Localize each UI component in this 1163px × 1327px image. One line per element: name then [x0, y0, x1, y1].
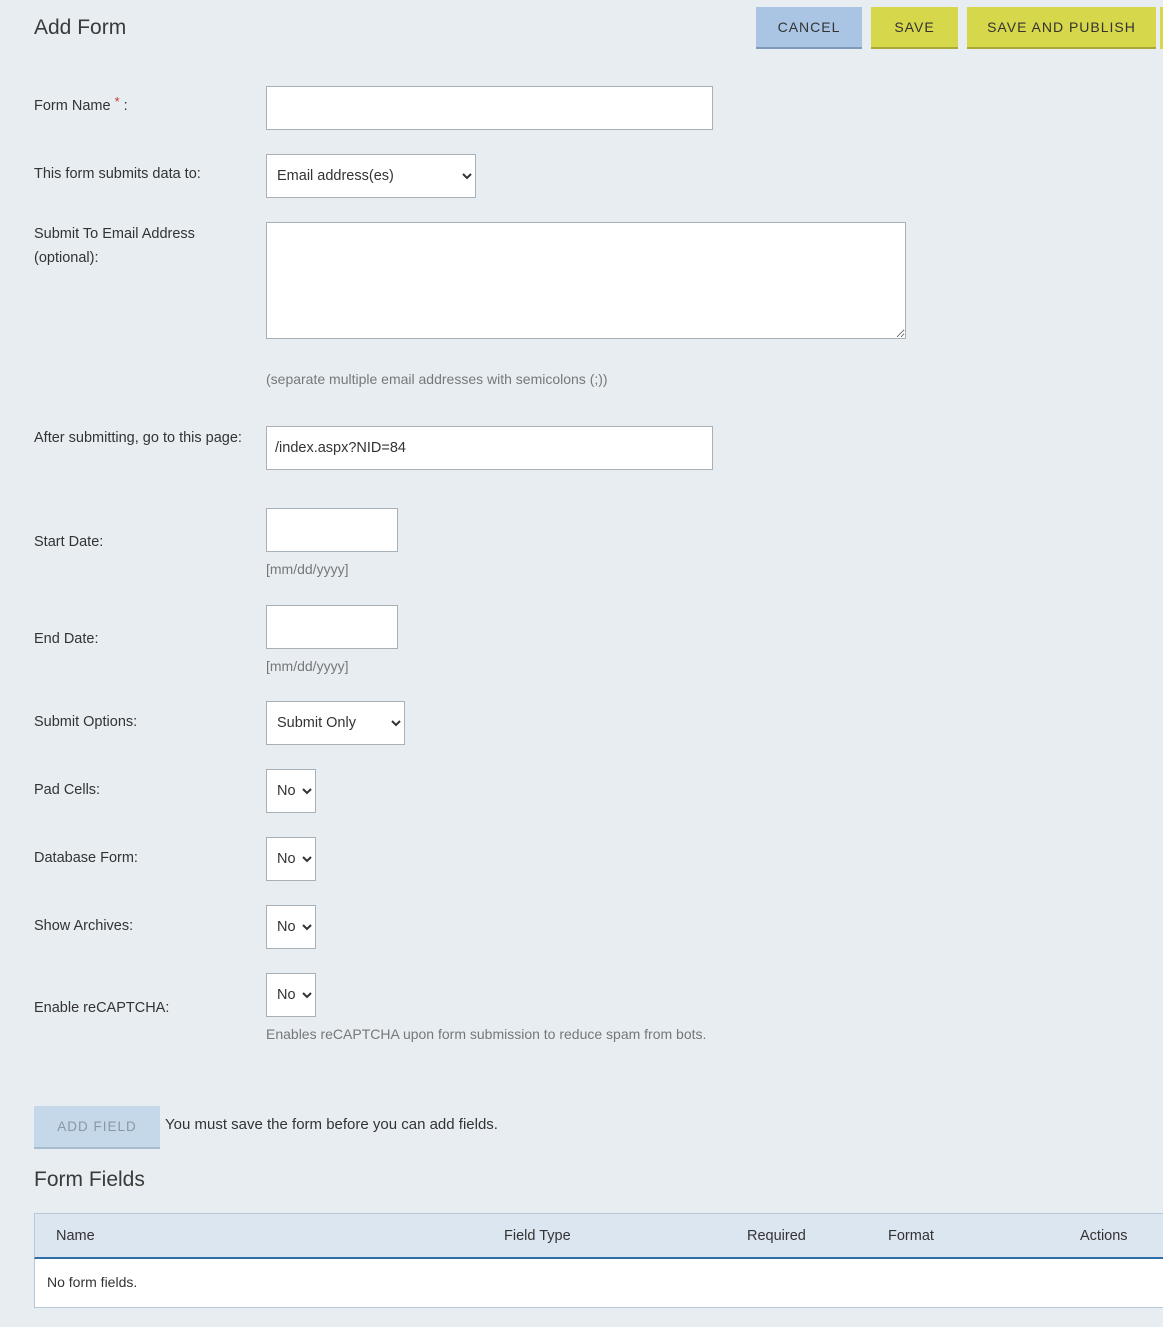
submits-to-select[interactable]: Email address(es)	[266, 154, 476, 198]
add-field-button[interactable]: ADD FIELD	[34, 1106, 160, 1149]
column-header-required[interactable]: Required	[747, 1228, 806, 1244]
start-date-input[interactable]	[266, 508, 398, 552]
submit-options-label: Submit Options:	[34, 714, 138, 730]
column-header-field-type[interactable]: Field Type	[504, 1228, 571, 1244]
pad-cells-select[interactable]: No	[266, 769, 316, 813]
table-header: Name Field Type Required Format Actions	[34, 1213, 1163, 1259]
form-name-label-suffix: :	[123, 98, 128, 114]
table-row: No form fields.	[34, 1259, 1163, 1308]
required-mark: *	[114, 94, 120, 109]
show-archives-select[interactable]: No	[266, 905, 316, 949]
form-fields-title: Form Fields	[34, 1168, 145, 1191]
add-field-note: You must save the form before you can ad…	[165, 1116, 498, 1133]
submit-options-select[interactable]: Submit Only	[266, 701, 405, 745]
end-date-input[interactable]	[266, 605, 398, 649]
start-date-hint: [mm/dd/yyyy]	[266, 561, 349, 577]
pad-cells-label: Pad Cells:	[34, 782, 101, 798]
cancel-button[interactable]: CANCEL	[756, 7, 862, 49]
empty-message: No form fields.	[47, 1274, 138, 1290]
recaptcha-hint: Enables reCAPTCHA upon form submission t…	[266, 1026, 707, 1042]
show-archives-label: Show Archives:	[34, 918, 134, 934]
recaptcha-select[interactable]: No	[266, 973, 316, 1017]
save-button[interactable]: SAVE	[871, 7, 958, 49]
after-submit-label: After submitting, go to this page:	[34, 430, 242, 446]
save-and-publish-button[interactable]: SAVE AND PUBLISH	[967, 7, 1156, 49]
end-date-label: End Date:	[34, 631, 99, 647]
form-name-label-text: Form Name	[34, 98, 111, 114]
column-header-name[interactable]: Name	[56, 1228, 95, 1244]
form-name-input[interactable]	[266, 86, 713, 130]
after-submit-input[interactable]	[266, 426, 713, 470]
recaptcha-label: Enable reCAPTCHA:	[34, 1000, 170, 1016]
submit-email-label: Submit To Email Address (optional):	[34, 226, 195, 266]
start-date-label: Start Date:	[34, 534, 104, 550]
database-form-label: Database Form:	[34, 850, 138, 866]
database-form-select[interactable]: No	[266, 837, 316, 881]
column-header-format[interactable]: Format	[888, 1228, 934, 1244]
form-name-label: Form Name * :	[34, 94, 128, 118]
end-date-hint: [mm/dd/yyyy]	[266, 658, 349, 674]
page-title: Add Form	[34, 16, 127, 39]
submit-email-hint: (separate multiple email addresses with …	[266, 371, 608, 387]
submit-email-textarea[interactable]	[266, 222, 906, 339]
column-header-actions: Actions	[1080, 1228, 1128, 1244]
submits-to-label: This form submits data to:	[34, 166, 201, 182]
form-fields-table: Name Field Type Required Format Actions …	[34, 1213, 1163, 1308]
